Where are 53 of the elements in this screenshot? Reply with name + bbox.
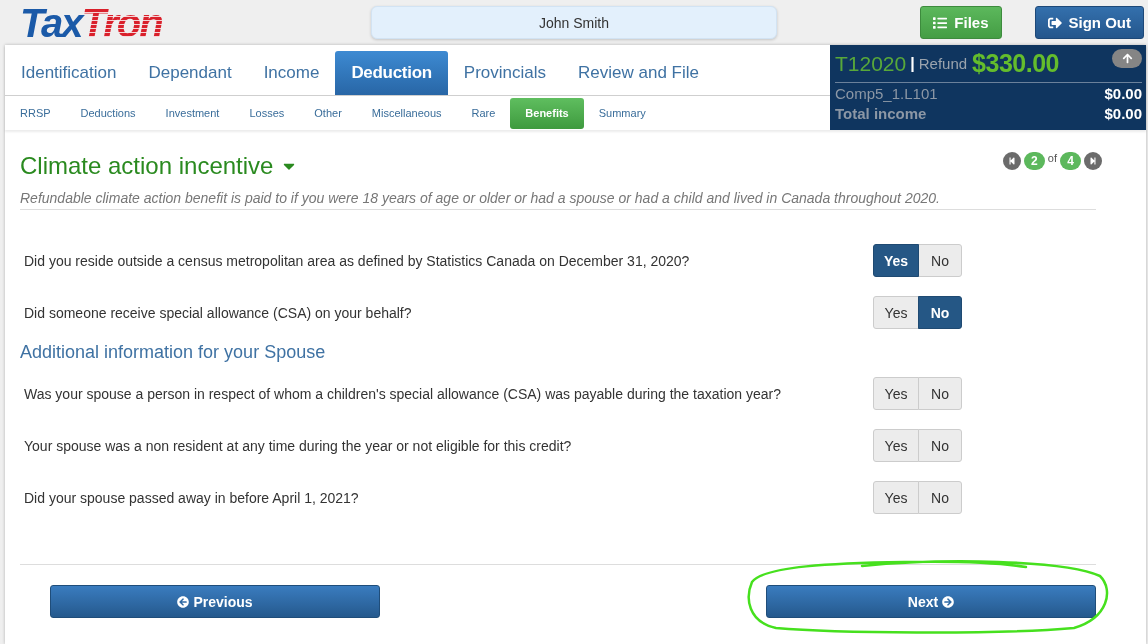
page-title: Climate action incentive	[20, 152, 274, 180]
last-page-icon[interactable]	[1084, 152, 1102, 170]
sub-tab[interactable]: Other	[299, 97, 357, 129]
answer-button[interactable]: Yes	[873, 429, 919, 462]
client-name-bar: John Smith	[371, 6, 777, 39]
pager-of-text: of	[1047, 152, 1057, 164]
first-page-icon[interactable]	[1002, 152, 1021, 170]
summary-label: Total income	[835, 104, 927, 122]
answer-button[interactable]: Yes	[873, 377, 919, 410]
collapse-button[interactable]	[1112, 49, 1142, 68]
arrow-up-icon	[1121, 53, 1133, 64]
list-icon	[933, 15, 948, 30]
sub-tab[interactable]: Rare	[456, 97, 511, 129]
answer-button[interactable]: Yes	[873, 244, 919, 277]
summary-label: Comp5_1.L101	[835, 84, 938, 102]
refund-label: Refund	[918, 55, 968, 72]
nav-tab[interactable]: Income	[247, 51, 336, 95]
question-text: Your spouse was a non resident at any time during the year or not eligible for this credit?	[24, 437, 573, 454]
separator-text: |	[910, 54, 915, 73]
answer-button[interactable]: No	[918, 377, 962, 410]
sub-tab[interactable]: Investment	[150, 97, 235, 129]
nav-tab[interactable]: Dependant	[132, 51, 248, 95]
question-text: Was your spouse a person in respect of whom a children's special allowance (CSA) was payable during the taxation year?	[24, 385, 782, 402]
sign-out-button[interactable]: Sign Out	[1034, 6, 1144, 39]
sub-tab[interactable]: Summary	[583, 97, 661, 129]
question-text: Did your spouse passed away in before April 1, 2021?	[24, 489, 360, 506]
previous-button[interactable]: Previous	[50, 585, 380, 618]
sub-tab[interactable]: Deductions	[65, 97, 151, 129]
summary-value: $0.00	[1104, 104, 1142, 122]
return-name: T12020	[835, 51, 907, 76]
nav-tab[interactable]: Review and File	[562, 51, 715, 95]
sign-out-icon	[1047, 15, 1062, 30]
question-text: Did someone receive special allowance (CSA) on your behalf?	[24, 304, 413, 321]
next-button[interactable]: Next	[766, 585, 1096, 618]
total-pages-badge: 4	[1060, 152, 1081, 170]
answer-button[interactable]: No	[918, 296, 962, 329]
sub-tab[interactable]: Miscellaneous	[356, 97, 457, 129]
current-page-badge: 2	[1023, 152, 1045, 170]
section-heading: Additional information for your Spouse	[20, 341, 327, 363]
question-text: Did you reside outside a census metropolitan area as defined by Statistics Canada on December 31, 2020?	[24, 252, 691, 269]
answer-button[interactable]: No	[918, 481, 962, 514]
nav-tab[interactable]: Provincials	[447, 51, 562, 95]
nav-tab[interactable]: Identification	[5, 51, 133, 95]
summary-value: $0.00	[1104, 84, 1142, 102]
answer-button[interactable]: Yes	[873, 481, 919, 514]
sub-tab[interactable]: RRSP	[5, 97, 66, 129]
refund-amount: $330.00	[972, 49, 1059, 78]
nav-tab[interactable]: Deduction	[335, 51, 448, 95]
answer-button[interactable]: Yes	[873, 296, 919, 329]
answer-button[interactable]: No	[918, 244, 962, 277]
page-description: Refundable climate action benefit is paid to if you were 18 years of age or older or had a spouse or had a child and lived in Canada throughout 2020.	[20, 188, 1096, 210]
answer-button[interactable]: No	[918, 429, 962, 462]
sub-tab[interactable]: Losses	[234, 97, 300, 129]
